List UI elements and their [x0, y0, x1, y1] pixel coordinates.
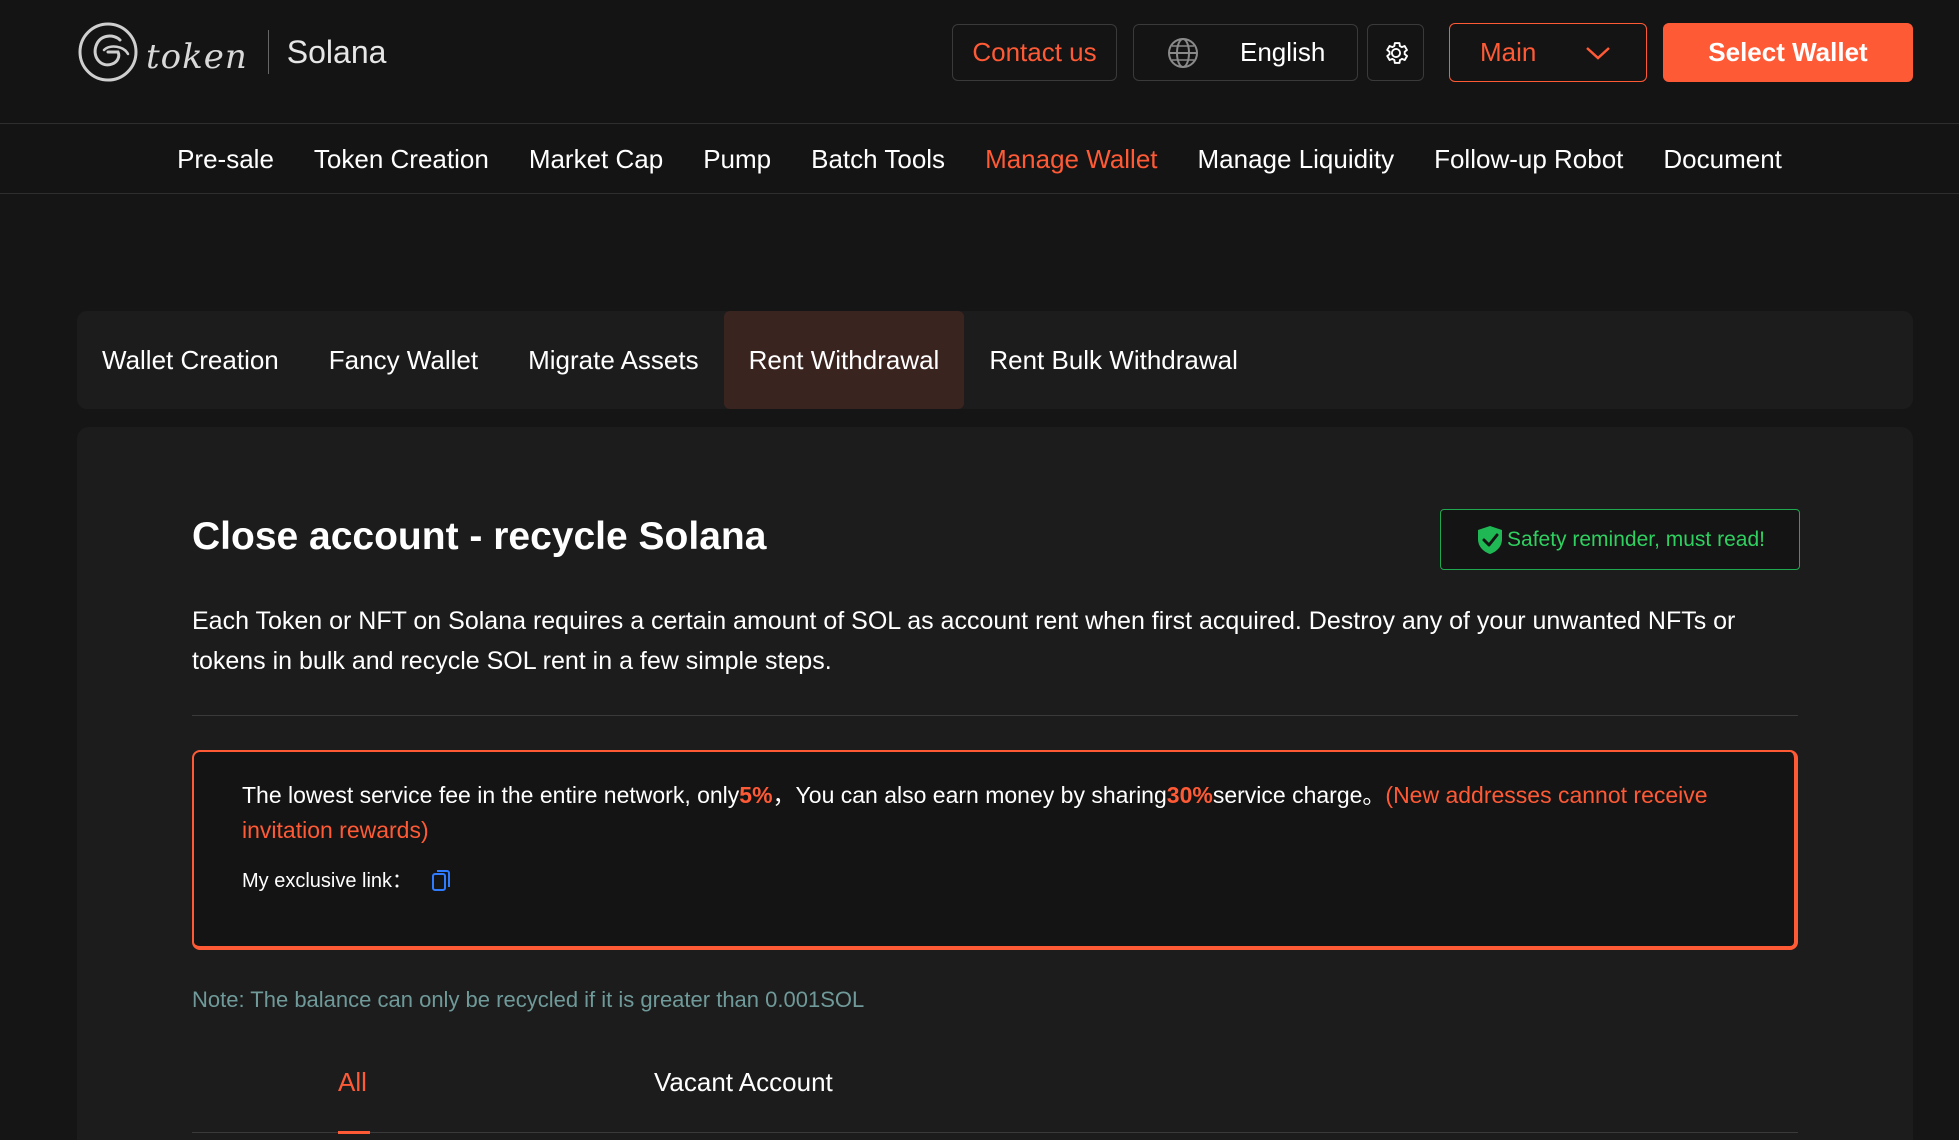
wallet-subtabs: Wallet Creation Fancy Wallet Migrate Ass…: [77, 311, 1913, 409]
top-header: token Solana Contact us English Main Sel…: [0, 0, 1959, 124]
filter-tab-vacant-account[interactable]: Vacant Account: [654, 1067, 833, 1098]
filter-tab-all[interactable]: All: [338, 1067, 367, 1098]
chevron-down-icon: [1586, 47, 1610, 60]
logo-mark-icon: [78, 22, 138, 82]
nav-item-token-creation[interactable]: Token Creation: [294, 144, 509, 175]
account-filter-tabs: All Vacant Account: [192, 1063, 1798, 1134]
page-description: Each Token or NFT on Solana requires a c…: [192, 607, 1736, 675]
promo-text: The lowest service fee in the entire net…: [242, 778, 1746, 848]
page-title: Close account - recycle Solana: [192, 515, 767, 558]
select-wallet-button[interactable]: Select Wallet: [1663, 23, 1913, 82]
nav-item-manage-wallet[interactable]: Manage Wallet: [965, 144, 1177, 175]
referral-promo-box: The lowest service fee in the entire net…: [192, 750, 1798, 950]
tab-rent-bulk-withdrawal[interactable]: Rent Bulk Withdrawal: [964, 311, 1263, 409]
logo[interactable]: token Solana: [76, 20, 386, 84]
active-tab-indicator: [338, 1131, 370, 1134]
nav-item-manage-liquidity[interactable]: Manage Liquidity: [1178, 144, 1415, 175]
nav-item-batch-tools[interactable]: Batch Tools: [791, 144, 965, 175]
main-nav: Pre-sale Token Creation Market Cap Pump …: [0, 125, 1959, 194]
section-divider: [192, 715, 1798, 716]
nav-item-follow-up-robot[interactable]: Follow-up Robot: [1414, 144, 1643, 175]
nav-item-pump[interactable]: Pump: [683, 144, 791, 175]
promo-text-1: The lowest service fee in the entire net…: [242, 782, 740, 808]
tab-wallet-creation[interactable]: Wallet Creation: [77, 311, 304, 409]
network-label: Main: [1480, 37, 1537, 67]
tab-rent-withdrawal[interactable]: Rent Withdrawal: [723, 311, 965, 409]
promo-text-2: ，You can also earn money by sharing: [772, 782, 1167, 808]
language-label: English: [1240, 37, 1326, 67]
nav-item-market-cap[interactable]: Market Cap: [509, 144, 683, 175]
tab-fancy-wallet[interactable]: Fancy Wallet: [304, 311, 503, 409]
copy-icon[interactable]: [430, 868, 452, 894]
safety-reminder-button[interactable]: Safety reminder, must read!: [1440, 509, 1800, 570]
shield-check-icon: [1478, 525, 1503, 554]
nav-item-pre-sale[interactable]: Pre-sale: [157, 144, 294, 175]
exclusive-link-label: My exclusive link：: [242, 869, 413, 892]
safety-reminder-label: Safety reminder, must read!: [1507, 527, 1765, 551]
balance-note: Note: The balance can only be recycled i…: [192, 987, 865, 1012]
fee-percent: 5%: [739, 782, 773, 808]
logo-divider: [267, 30, 269, 74]
logo-word: token: [146, 37, 248, 77]
globe-icon: [1168, 37, 1198, 68]
share-percent: 30%: [1166, 782, 1213, 808]
tab-migrate-assets[interactable]: Migrate Assets: [503, 311, 724, 409]
nav-item-document[interactable]: Document: [1643, 144, 1802, 175]
rent-withdrawal-panel: Close account - recycle Solana Safety re…: [77, 427, 1913, 1140]
chain-name: Solana: [286, 33, 387, 70]
exclusive-link-row: My exclusive link：: [242, 862, 1746, 894]
gear-icon: [1385, 41, 1408, 64]
promo-text-3: service charge。: [1212, 782, 1386, 808]
network-select[interactable]: Main: [1449, 23, 1647, 82]
contact-us-button[interactable]: Contact us: [952, 24, 1117, 81]
language-select[interactable]: English: [1133, 24, 1358, 81]
settings-button[interactable]: [1367, 24, 1424, 81]
